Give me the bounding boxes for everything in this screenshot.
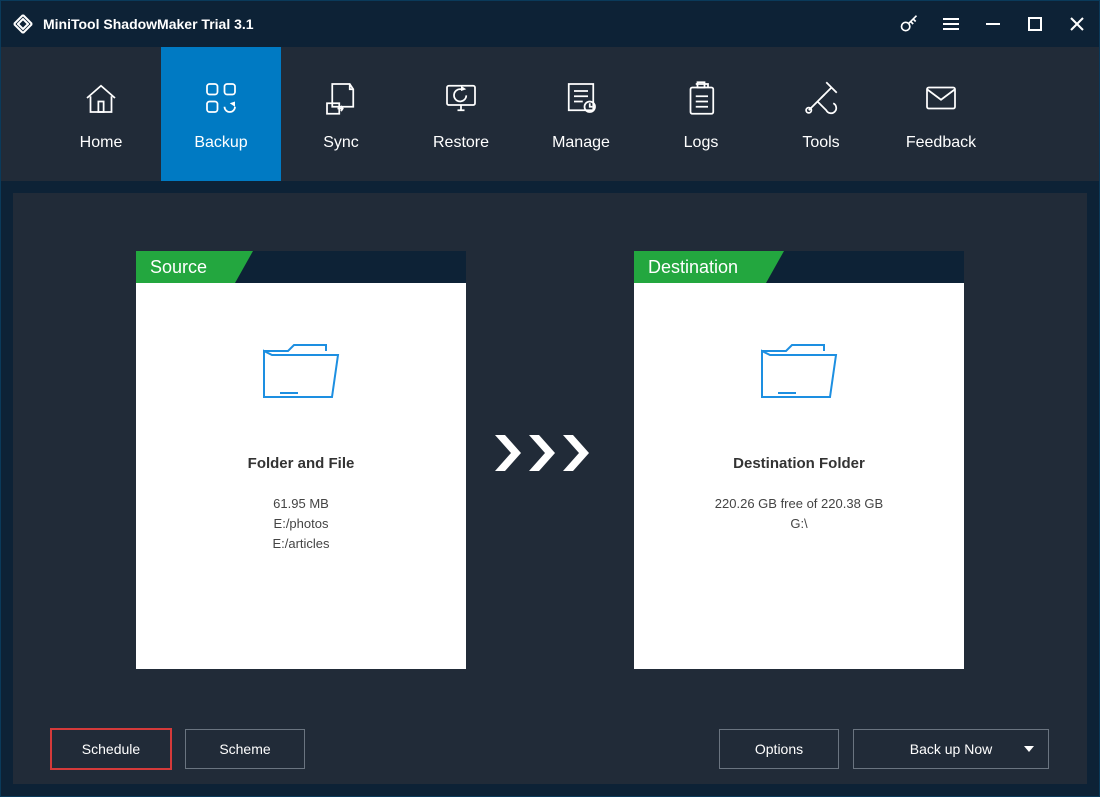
source-card[interactable]: Source Folder and File 61.95 MB E:/photo… — [136, 251, 466, 669]
destination-card[interactable]: Destination Destination Folder 220.26 GB… — [634, 251, 964, 669]
nav-tools[interactable]: Tools — [761, 47, 881, 181]
source-path: E:/photos — [136, 514, 466, 534]
destination-title: Destination Folder — [634, 455, 964, 472]
content-panel: Source Folder and File 61.95 MB E:/photo… — [13, 193, 1087, 784]
menu-icon[interactable] — [941, 14, 961, 34]
card-header: Source — [136, 251, 466, 283]
home-icon — [79, 76, 123, 120]
source-size: 61.95 MB — [136, 494, 466, 514]
manage-icon — [559, 76, 603, 120]
cards-row: Source Folder and File 61.95 MB E:/photo… — [13, 193, 1087, 714]
titlebar: MiniTool ShadowMaker Trial 3.1 — [1, 1, 1099, 47]
close-icon[interactable] — [1067, 14, 1087, 34]
card-body: Folder and File 61.95 MB E:/photos E:/ar… — [136, 283, 466, 554]
source-tab: Source — [136, 251, 235, 283]
app-title: MiniTool ShadowMaker Trial 3.1 — [43, 16, 254, 32]
folder-icon — [258, 335, 344, 405]
chevron-down-icon — [1024, 746, 1034, 752]
card-body: Destination Folder 220.26 GB free of 220… — [634, 283, 964, 534]
minimize-icon[interactable] — [983, 14, 1003, 34]
source-title: Folder and File — [136, 455, 466, 472]
app-logo-icon — [9, 10, 37, 38]
nav-backup[interactable]: Backup — [161, 47, 281, 181]
bottom-bar: Schedule Scheme Options Back up Now — [13, 714, 1087, 784]
destination-tab: Destination — [634, 251, 766, 283]
maximize-icon[interactable] — [1025, 14, 1045, 34]
app-window: MiniTool ShadowMaker Trial 3.1 — [0, 0, 1100, 797]
key-icon[interactable] — [899, 14, 919, 34]
source-path: E:/articles — [136, 534, 466, 554]
backup-icon — [199, 76, 243, 120]
nav-label: Backup — [194, 134, 247, 152]
nav-restore[interactable]: Restore — [401, 47, 521, 181]
restore-icon — [439, 76, 483, 120]
sync-icon — [319, 76, 363, 120]
nav-label: Home — [80, 134, 123, 152]
tools-icon — [799, 76, 843, 120]
window-controls — [899, 14, 1087, 34]
nav-home[interactable]: Home — [41, 47, 161, 181]
nav-manage[interactable]: Manage — [521, 47, 641, 181]
destination-drive: G:\ — [634, 514, 964, 534]
backup-now-label: Back up Now — [910, 741, 992, 757]
folder-icon — [756, 335, 842, 405]
arrows-icon — [490, 251, 610, 475]
schedule-button[interactable]: Schedule — [51, 729, 171, 769]
scheme-button[interactable]: Scheme — [185, 729, 305, 769]
card-header: Destination — [634, 251, 964, 283]
options-button[interactable]: Options — [719, 729, 839, 769]
nav-label: Sync — [323, 134, 359, 152]
nav-label: Logs — [684, 134, 719, 152]
nav-logs[interactable]: Logs — [641, 47, 761, 181]
nav-feedback[interactable]: Feedback — [881, 47, 1001, 181]
nav-label: Feedback — [906, 134, 976, 152]
backup-now-button[interactable]: Back up Now — [853, 729, 1049, 769]
feedback-icon — [919, 76, 963, 120]
nav-label: Restore — [433, 134, 489, 152]
main-nav: Home Backup Sync Restore Manage — [1, 47, 1099, 181]
nav-label: Tools — [802, 134, 839, 152]
destination-free: 220.26 GB free of 220.38 GB — [634, 494, 964, 514]
nav-label: Manage — [552, 134, 610, 152]
logs-icon — [679, 76, 723, 120]
nav-sync[interactable]: Sync — [281, 47, 401, 181]
